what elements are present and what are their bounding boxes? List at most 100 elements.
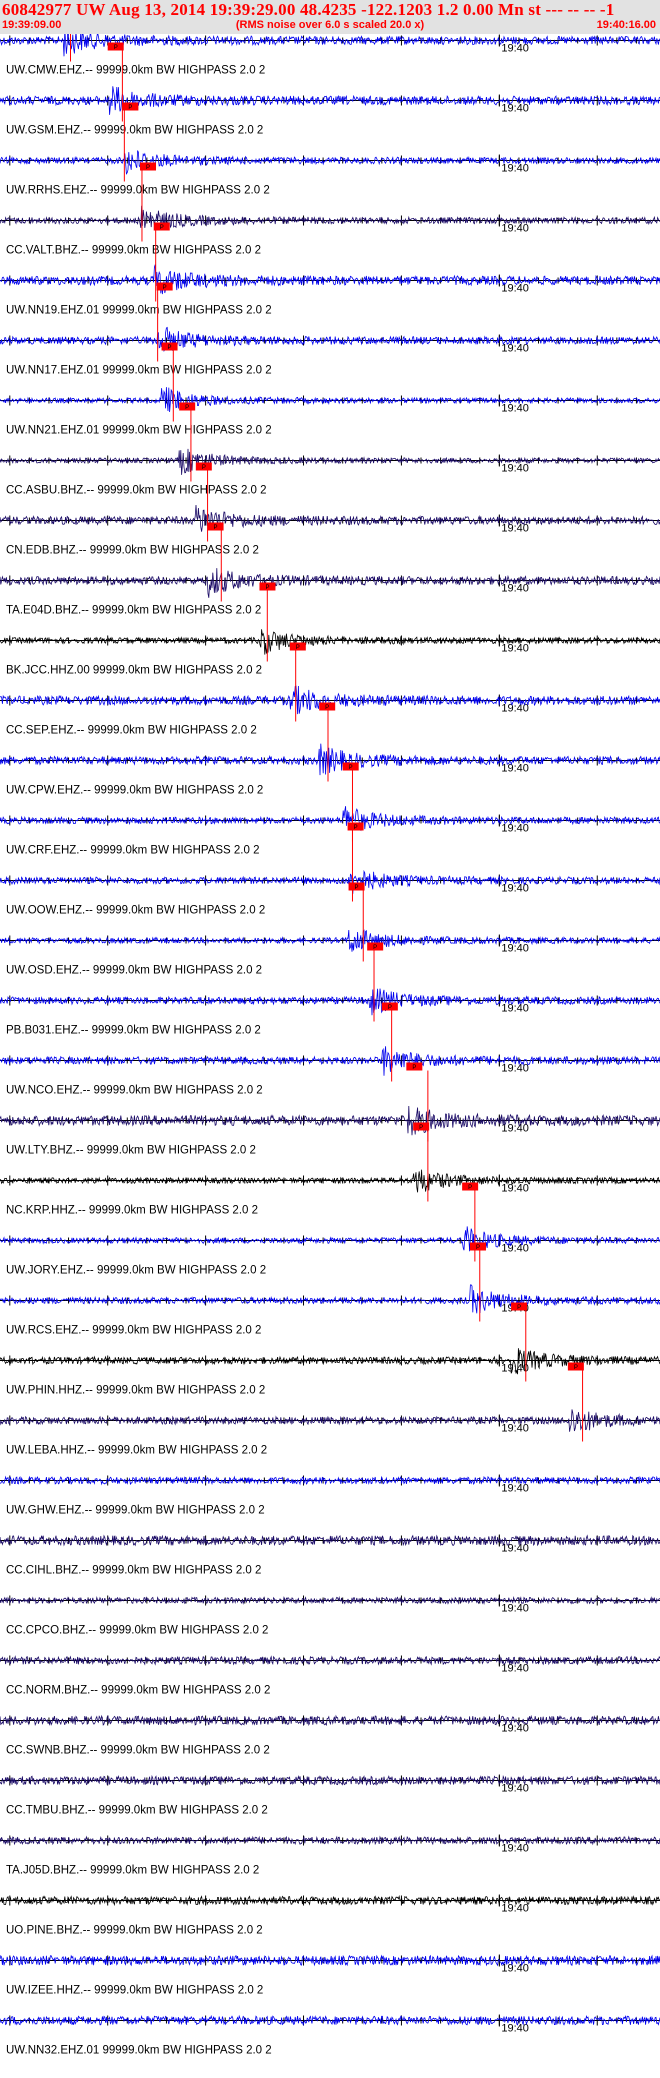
station-label: CC.SEP.EHZ.-- 99999.0km BW HIGHPASS 2.0 … bbox=[6, 725, 257, 737]
waveform bbox=[0, 1284, 660, 1314]
pick-marker-label: P bbox=[160, 225, 164, 231]
trace-row: 19:40 CC.CPCO.BHZ.-- 99999.0km BW HIGHPAS… bbox=[0, 1594, 660, 1637]
waveform bbox=[0, 1348, 660, 1375]
waveform bbox=[0, 869, 660, 894]
minute-tick-label: 19:40 bbox=[501, 463, 529, 475]
minute-tick-label: 19:40 bbox=[501, 163, 529, 175]
trace-row: 19:40 UW.NN19.EHZ.01 99999.0km BW HIGHPAS… bbox=[0, 222, 660, 317]
header-bar: 60842977 UW Aug 13, 2014 19:39:29.00 48.… bbox=[0, 0, 660, 34]
station-label: UW.OOW.EHZ.-- 99999.0km BW HIGHPASS 2.0 … bbox=[6, 905, 265, 917]
waveform bbox=[0, 504, 660, 532]
minute-tick-label: 19:40 bbox=[501, 1543, 529, 1555]
waveform bbox=[0, 806, 660, 832]
waveform bbox=[0, 34, 660, 57]
pick-marker-label: P bbox=[574, 1365, 578, 1371]
trace-row: 19:40 UW.NN21.EHZ.01 99999.0km BW HIGHPAS… bbox=[0, 342, 660, 437]
trace-row: 19:40CC.NORM.BHZ.-- 99999.0km BW HIGHPAS… bbox=[0, 1654, 660, 1697]
trace-row: 19:40 UW.OSD.EHZ.-- 99999.0km BW HIGHPASS… bbox=[0, 882, 660, 977]
trace-row: 19:40 UW.RRHS.EHZ.-- 99999.0km BW HIGHPAS… bbox=[0, 102, 660, 197]
station-label: TA.J05D.BHZ.-- 99999.0km BW HIGHPASS 2.0… bbox=[6, 1865, 259, 1877]
pick-marker-label: P bbox=[202, 465, 206, 471]
minute-tick-label: 19:40 bbox=[501, 43, 529, 55]
waveform bbox=[0, 629, 660, 655]
station-label: UW.NN17.EHZ.01 99999.0km BW HIGHPASS 2.0… bbox=[6, 365, 272, 377]
station-label: UW.OSD.EHZ.-- 99999.0km BW HIGHPASS 2.0 … bbox=[6, 965, 262, 977]
station-label: TA.E04D.BHZ.-- 99999.0km BW HIGHPASS 2.0… bbox=[6, 605, 261, 617]
station-label: UW.CMW.EHZ.-- 99999.0km BW HIGHPASS 2.0 … bbox=[6, 65, 265, 77]
trace-row: 19:40 TA.J05D.BHZ.-- 99999.0km BW HIGHPAS… bbox=[0, 1834, 660, 1877]
waveform bbox=[0, 1534, 660, 1547]
pick-marker-label: P bbox=[114, 45, 118, 51]
trace-row: 19:40 CC.SEP.EHZ.-- 99999.0km BW HIGHPASS… bbox=[0, 642, 660, 737]
trace-row: 19:40 CC.ASBU.BHZ.-- 99999.0km BW HIGHPAS… bbox=[0, 402, 660, 497]
waveform bbox=[0, 326, 660, 353]
station-label: PB.B031.EHZ.-- 99999.0km BW HIGHPASS 2.0… bbox=[6, 1025, 261, 1037]
trace-row: 19:40CN.EDB.BHZ.-- 99999.0km BW HIGHPASS… bbox=[0, 462, 660, 557]
pick-marker-label: P bbox=[355, 885, 359, 891]
trace-row: 19:40 UW.NCO.EHZ.-- 99999.0km BW HIGHPASS… bbox=[0, 1002, 660, 1097]
station-label: UW.CRF.EHZ.-- 99999.0km BW HIGHPASS 2.0 … bbox=[6, 845, 260, 857]
event-title: 60842977 UW Aug 13, 2014 19:39:29.00 48.… bbox=[2, 0, 615, 19]
waveform bbox=[0, 988, 660, 1016]
minute-tick-label: 19:40 bbox=[501, 763, 529, 775]
trace-row: 19:40 UW.NN17.EHZ.01 99999.0km BW HIGHPAS… bbox=[0, 282, 660, 377]
waveform bbox=[0, 387, 660, 413]
trace-row: 19:40 UW.NN32.EHZ.01 99999.0km BW HIGHPAS… bbox=[0, 2014, 660, 2057]
station-label: UW.GSM.EHZ.-- 99999.0km BW HIGHPASS 2.0 … bbox=[6, 125, 263, 137]
trace-row: 19:40 CC.VALT.BHZ.-- 99999.0km BW HIGHPAS… bbox=[0, 162, 660, 257]
record-section-plot: 19:40 UW.CMW.EHZ.-- 99999.0km BW HIGHPASS… bbox=[0, 34, 660, 2057]
minute-tick-label: 19:40 bbox=[501, 103, 529, 115]
trace-row: 19:40 PB.B031.EHZ.-- 99999.0km BW HIGHPAS… bbox=[0, 942, 660, 1037]
station-label: CC.ASBU.BHZ.-- 99999.0km BW HIGHPASS 2.0… bbox=[6, 485, 267, 497]
trace-row: 19:40 UW.JORY.EHZ.-- 99999.0km BW HIGHPAS… bbox=[0, 1182, 660, 1277]
trace-row: 19:40 UO.PINE.BHZ.-- 99999.0km BW HIGHPAS… bbox=[0, 1894, 660, 1937]
station-label: BK.JCC.HHZ.00 99999.0km BW HIGHPASS 2.0 … bbox=[6, 665, 262, 677]
minute-tick-label: 19:40 bbox=[501, 1423, 529, 1435]
pick-marker-label: P bbox=[468, 1185, 472, 1191]
waveform bbox=[0, 1595, 660, 1605]
pick-marker-label: P bbox=[349, 765, 353, 771]
station-label: UW.NN21.EHZ.01 99999.0km BW HIGHPASS 2.0… bbox=[6, 425, 272, 437]
station-label: UW.LEBA.HHZ.-- 99999.0km BW HIGHPASS 2.0… bbox=[6, 1445, 267, 1457]
pick-marker-label: P bbox=[265, 585, 269, 591]
station-label: UW.RCS.EHZ.-- 99999.0km BW HIGHPASS 2.0 … bbox=[6, 1325, 261, 1337]
end-time: 19:40:16.00 bbox=[596, 19, 656, 31]
pick-marker-label: P bbox=[354, 825, 358, 831]
station-label: UW.CPW.EHZ.-- 99999.0km BW HIGHPASS 2.0 … bbox=[6, 785, 263, 797]
minute-tick-label: 19:40 bbox=[501, 943, 529, 955]
trace-row: 19:40 UW.CMW.EHZ.-- 99999.0km BW HIGHPASS… bbox=[0, 34, 660, 77]
trace-row: 19:40 NC.KRP.HHZ.-- 99999.0km BW HIGHPASS… bbox=[0, 1122, 660, 1217]
station-label: UW.NN19.EHZ.01 99999.0km BW HIGHPASS 2.0… bbox=[6, 305, 272, 317]
pick-marker-label: P bbox=[168, 345, 172, 351]
waveform bbox=[0, 2014, 660, 2027]
pick-marker-label: P bbox=[146, 165, 150, 171]
waveform bbox=[0, 743, 660, 776]
station-label: UW.IZEE.HHZ.-- 99999.0km BW HIGHPASS 2.0… bbox=[6, 1985, 263, 1997]
minute-tick-label: 19:40 bbox=[501, 403, 529, 415]
trace-row: 19:40 UW.LEBA.HHZ.-- 99999.0km BW HIGHPAS… bbox=[0, 1362, 660, 1457]
trace-row: 19:40UW.PHIN.HHZ.-- 99999.0km BW HIGHPAS… bbox=[0, 1302, 660, 1397]
station-label: UW.PHIN.HHZ.-- 99999.0km BW HIGHPASS 2.0… bbox=[6, 1385, 265, 1397]
station-label: UO.PINE.BHZ.-- 99999.0km BW HIGHPASS 2.0… bbox=[6, 1925, 263, 1937]
minute-tick-label: 19:40 bbox=[501, 1963, 529, 1975]
pick-marker-label: P bbox=[412, 1065, 416, 1071]
station-label: UW.LTY.BHZ.-- 99999.0km BW HIGHPASS 2.0 … bbox=[6, 1145, 256, 1157]
waveform bbox=[0, 1226, 660, 1252]
trace-row: 19:40UW.LTY.BHZ.-- 99999.0km BW HIGHPASS… bbox=[0, 1062, 660, 1157]
minute-tick-label: 19:40 bbox=[501, 583, 529, 595]
plot-subtitle: (RMS noise over 6.0 s scaled 20.0 x) bbox=[235, 19, 425, 31]
pick-marker-label: P bbox=[163, 285, 167, 291]
trace-row: 19:40 UW.IZEE.HHZ.-- 99999.0km BW HIGHPAS… bbox=[0, 1954, 660, 1997]
trace-row: 19:40 BK.JCC.HHZ.00 99999.0km BW HIGHPASS… bbox=[0, 582, 660, 677]
station-label: CC.NORM.BHZ.-- 99999.0km BW HIGHPASS 2.0… bbox=[6, 1685, 270, 1697]
minute-tick-label: 19:40 bbox=[501, 2023, 529, 2035]
station-label: UW.NN32.EHZ.01 99999.0km BW HIGHPASS 2.0… bbox=[6, 2045, 272, 2057]
minute-tick-label: 19:40 bbox=[501, 1603, 529, 1615]
pick-marker-label: P bbox=[476, 1245, 480, 1251]
trace-row: 19:40 UW.CPW.EHZ.-- 99999.0km BW HIGHPASS… bbox=[0, 702, 660, 797]
minute-tick-label: 19:40 bbox=[501, 643, 529, 655]
waveform bbox=[0, 1409, 660, 1432]
station-label: UW.JORY.EHZ.-- 99999.0km BW HIGHPASS 2.0… bbox=[6, 1265, 266, 1277]
pick-marker-label: P bbox=[373, 945, 377, 951]
waveform bbox=[0, 205, 660, 230]
